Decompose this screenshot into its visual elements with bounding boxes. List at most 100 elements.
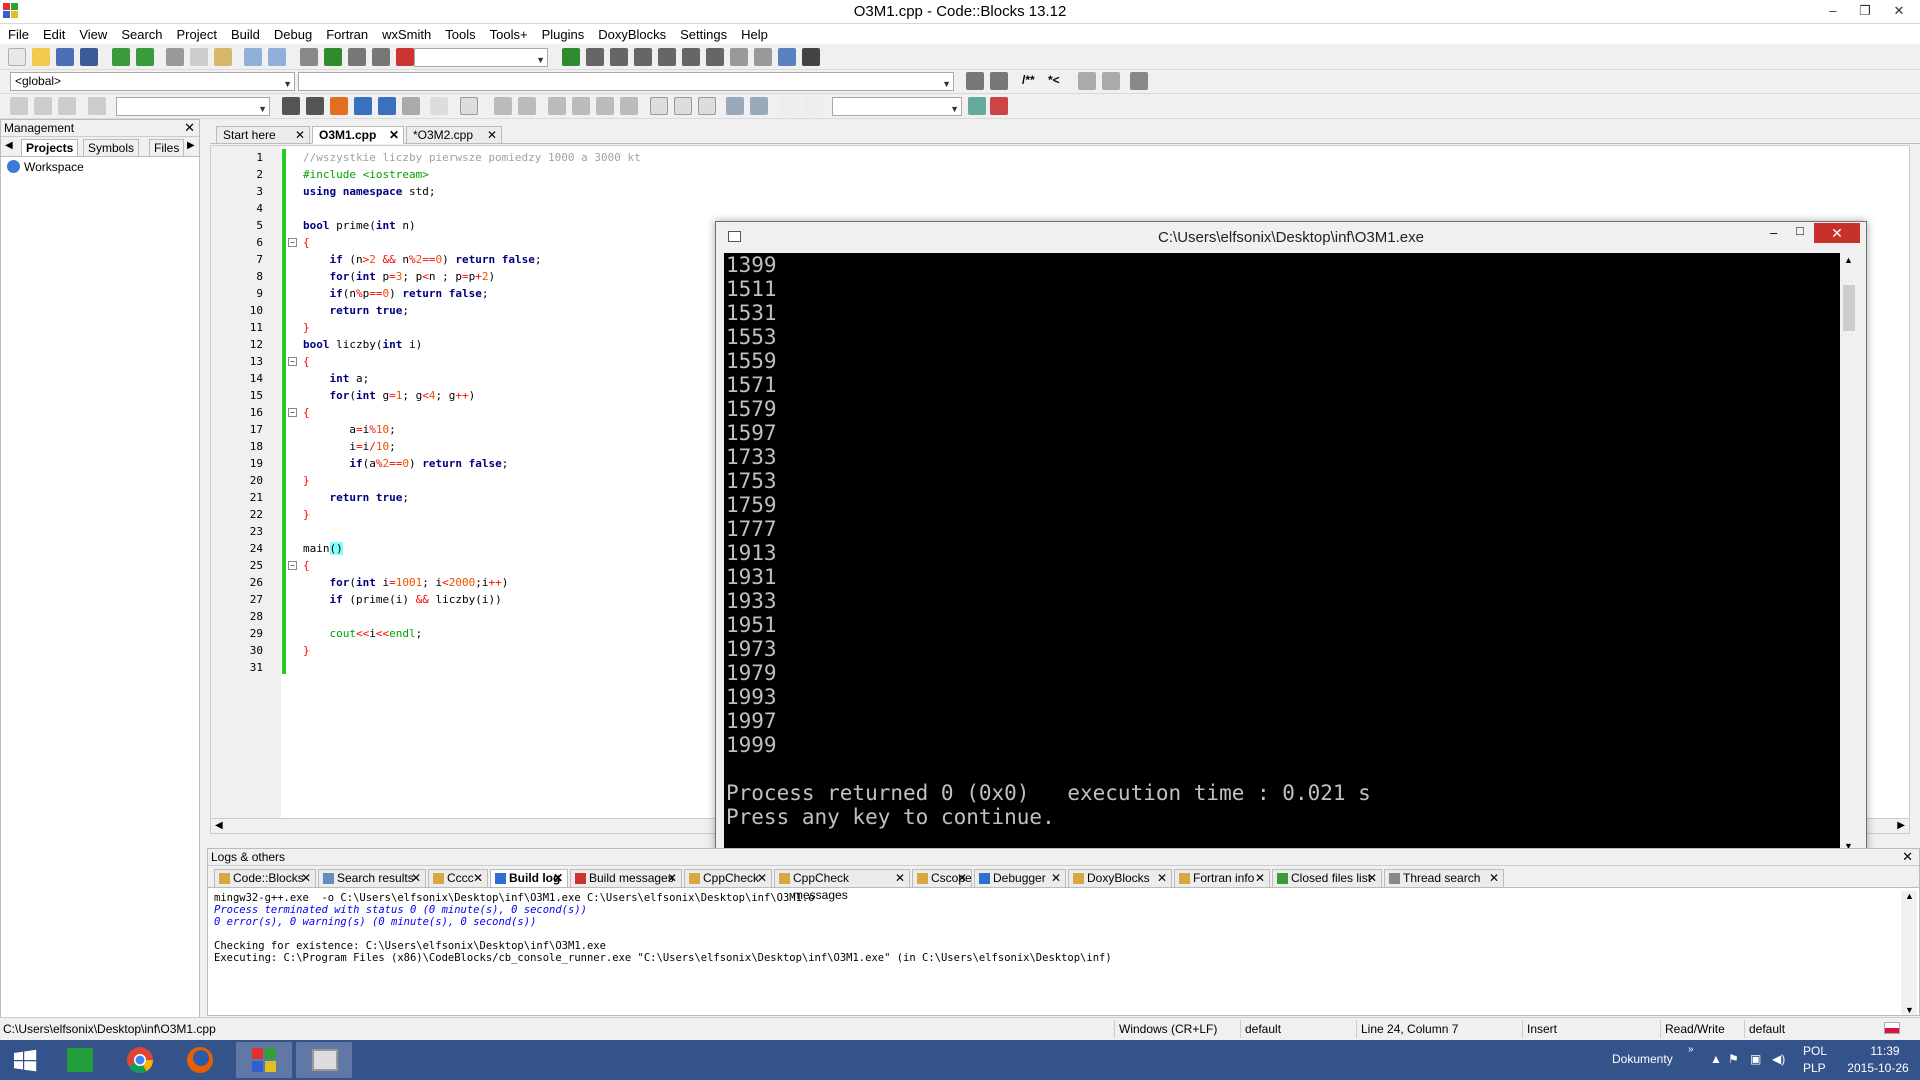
scroll-left-icon[interactable]: ◀: [215, 820, 223, 831]
tray-network-icon[interactable]: ▣: [1750, 1052, 1761, 1066]
menu-plugins[interactable]: Plugins: [534, 24, 591, 44]
close-button[interactable]: ✕: [1884, 0, 1914, 22]
menu-doxyblocks[interactable]: DoxyBlocks: [590, 24, 672, 44]
widget-text-icon[interactable]: [518, 97, 536, 115]
console-close-button[interactable]: ✕: [1814, 223, 1860, 243]
clear-bookmarks-icon[interactable]: [88, 97, 106, 115]
widget-check-icon[interactable]: [674, 97, 692, 115]
maximize-button[interactable]: ❐: [1850, 0, 1880, 22]
taskbar-console-icon[interactable]: [296, 1042, 352, 1078]
console-scrollbar[interactable]: ▲ ▼: [1840, 253, 1858, 853]
debug-windows-icon[interactable]: [778, 48, 796, 66]
tray-clock-time[interactable]: 11:39: [1865, 1044, 1905, 1058]
close-tab-icon[interactable]: ✕: [757, 870, 767, 887]
tab-o3m2[interactable]: *O3M2.cpp ✕: [406, 126, 502, 144]
symbol-s-icon[interactable]: [780, 97, 798, 115]
close-tab-icon[interactable]: ✕: [895, 870, 905, 887]
widget-list-icon[interactable]: [698, 97, 716, 115]
browse-tracker-icon[interactable]: [354, 97, 372, 115]
close-tab-icon[interactable]: ✕: [957, 870, 967, 887]
close-tab-icon[interactable]: ✕: [1367, 870, 1377, 887]
paste-icon[interactable]: [214, 48, 232, 66]
next-instruction-icon[interactable]: [682, 48, 700, 66]
build-gear-icon[interactable]: [300, 48, 318, 66]
scroll-right-icon[interactable]: ▶: [1897, 820, 1905, 831]
doxy-html-icon[interactable]: [1078, 72, 1096, 90]
run-to-cursor-icon[interactable]: [586, 48, 604, 66]
doxy-extract-icon[interactable]: [990, 72, 1008, 90]
toggle-bookmark-icon[interactable]: [34, 97, 52, 115]
close-tab-icon[interactable]: ✕: [301, 870, 311, 887]
tab-symbols[interactable]: Symbols: [83, 139, 140, 156]
doxy-wizard-icon[interactable]: [966, 72, 984, 90]
replace-icon[interactable]: [268, 48, 286, 66]
menu-tools[interactable]: Tools: [437, 24, 481, 44]
regex-test-icon[interactable]: [378, 97, 396, 115]
abort-icon[interactable]: [396, 48, 414, 66]
log-tab-doxyblocks[interactable]: DoxyBlocks ✕: [1068, 869, 1172, 888]
build-and-run-icon[interactable]: [348, 48, 366, 66]
widget-grid-icon[interactable]: [596, 97, 614, 115]
close-tab-icon[interactable]: ✕: [1051, 870, 1061, 887]
start-button[interactable]: [0, 1042, 50, 1078]
logs-close-icon[interactable]: ✕: [1902, 849, 1913, 865]
scroll-thumb[interactable]: [1843, 285, 1855, 331]
menu-tools-plus[interactable]: Tools+: [482, 24, 534, 44]
tab-start-here[interactable]: Start here ✕: [216, 126, 310, 144]
tray-volume-icon[interactable]: ◀): [1772, 1052, 1785, 1066]
log-tab-cscope[interactable]: Cscope ✕: [912, 869, 972, 888]
save-icon[interactable]: [56, 48, 74, 66]
next-bookmark-icon[interactable]: [58, 97, 76, 115]
taskbar-codeblocks-icon[interactable]: [236, 1042, 292, 1078]
close-tab-icon[interactable]: ✕: [667, 870, 677, 887]
step-out-icon[interactable]: [658, 48, 676, 66]
copy-icon[interactable]: [190, 48, 208, 66]
cut-icon[interactable]: [166, 48, 184, 66]
close-tab-icon[interactable]: ✕: [553, 870, 563, 887]
close-tab-icon[interactable]: ✕: [295, 127, 305, 143]
wand-icon[interactable]: [402, 97, 420, 115]
scroll-up-icon[interactable]: ▲: [1905, 891, 1914, 901]
taskbar-firefox-icon[interactable]: [172, 1042, 228, 1078]
menu-file[interactable]: File: [0, 24, 35, 44]
prev-bookmark-icon[interactable]: [10, 97, 28, 115]
close-tab-icon[interactable]: ✕: [473, 870, 483, 887]
widget-image-icon[interactable]: [494, 97, 512, 115]
minimize-button[interactable]: –: [1818, 0, 1848, 22]
save-all-icon[interactable]: [80, 48, 98, 66]
widget-button-icon[interactable]: [650, 97, 668, 115]
step-instruction-icon[interactable]: [706, 48, 724, 66]
close-tab-icon[interactable]: ✕: [389, 127, 399, 143]
log-tab-closed-files-list[interactable]: Closed files list ✕: [1272, 869, 1382, 888]
menu-search[interactable]: Search: [113, 24, 168, 44]
log-tab-debugger[interactable]: Debugger ✕: [974, 869, 1066, 888]
close-tab-icon[interactable]: ✕: [487, 127, 497, 143]
tab-scroll-left-icon[interactable]: ◀: [5, 140, 13, 151]
menu-view[interactable]: View: [71, 24, 113, 44]
close-tab-icon[interactable]: ✕: [1255, 870, 1265, 887]
fold-toggle-icon[interactable]: −: [288, 408, 297, 417]
log-tab-code-blocks[interactable]: Code::Blocks ✕: [214, 869, 316, 888]
menu-fortran[interactable]: Fortran: [318, 24, 374, 44]
management-close-icon[interactable]: ✕: [184, 120, 195, 136]
build-target-select[interactable]: ▼: [414, 48, 548, 67]
log-tab-fortran-info[interactable]: Fortran info ✕: [1174, 869, 1270, 888]
fold-toggle-icon[interactable]: −: [288, 561, 297, 570]
menu-debug[interactable]: Debug: [266, 24, 318, 44]
run-icon[interactable]: [324, 48, 342, 66]
scroll-down-icon[interactable]: ▼: [1905, 1005, 1914, 1015]
find-icon[interactable]: [244, 48, 262, 66]
debug-start-icon[interactable]: [562, 48, 580, 66]
zoom-in-icon[interactable]: [726, 97, 744, 115]
scroll-up-icon[interactable]: ▲: [1844, 255, 1853, 265]
widget-static-icon[interactable]: [620, 97, 638, 115]
doxy-chm-icon[interactable]: [1102, 72, 1120, 90]
widget-box-icon[interactable]: [572, 97, 590, 115]
logs-scrollbar[interactable]: ▲ ▼: [1901, 891, 1917, 1015]
log-tab-build-log[interactable]: Build log ✕: [490, 869, 568, 888]
workspace-item[interactable]: Workspace: [24, 160, 84, 174]
highlight-icon[interactable]: [330, 97, 348, 115]
log-tab-build-messages[interactable]: Build messages ✕: [570, 869, 682, 888]
debug-info-icon[interactable]: [802, 48, 820, 66]
log-tab-thread-search[interactable]: Thread search ✕: [1384, 869, 1504, 888]
